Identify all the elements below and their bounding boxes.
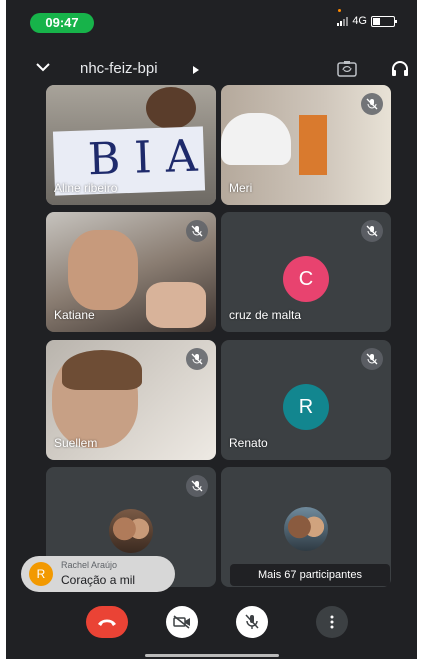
meeting-info-arrow-icon[interactable] — [193, 66, 199, 74]
participant-name: Meri — [229, 181, 253, 195]
participant-video-face — [68, 230, 138, 310]
participant-name: cruz de malta — [229, 308, 302, 322]
participant-name: Suellem — [54, 436, 98, 450]
muted-indicator — [186, 475, 208, 497]
message-text: Coração a mil — [61, 573, 136, 587]
participant-video-face — [146, 87, 196, 129]
muted-indicator — [361, 93, 383, 115]
chevron-down-icon[interactable] — [36, 62, 50, 72]
phone-hangup-icon — [98, 619, 116, 626]
sign-text: BIA — [87, 130, 213, 186]
muted-indicator — [186, 348, 208, 370]
home-indicator[interactable] — [145, 654, 279, 657]
camera-toggle-button[interactable] — [166, 606, 198, 638]
sender-avatar: R — [29, 562, 53, 586]
recording-dot-icon — [338, 9, 341, 12]
participant-avatar — [109, 509, 153, 553]
switch-camera-icon[interactable] — [337, 60, 357, 78]
mic-off-icon — [191, 225, 203, 237]
status-bar: 09:47 4G — [6, 0, 417, 40]
muted-indicator — [186, 220, 208, 242]
muted-indicator — [361, 348, 383, 370]
muted-indicator — [361, 220, 383, 242]
signal-icon — [337, 16, 349, 26]
meeting-header: nhc-feiz-bpi — [6, 52, 417, 88]
more-participants-label[interactable]: Mais 67 participantes — [230, 564, 390, 586]
mic-off-icon — [366, 353, 378, 365]
participant-name: Aline ribeiro — [54, 181, 118, 195]
participant-tile[interactable]: C cruz de malta — [221, 212, 391, 332]
mic-off-icon — [366, 225, 378, 237]
battery-icon — [371, 15, 397, 27]
camera-off-icon — [173, 615, 190, 629]
status-time: 09:47 — [30, 13, 94, 33]
meeting-code[interactable]: nhc-feiz-bpi — [80, 60, 158, 77]
background-poster — [299, 115, 327, 175]
baby-face — [146, 282, 206, 328]
more-vert-icon — [330, 615, 334, 629]
participant-avatar: C — [283, 256, 329, 302]
mic-off-icon — [366, 98, 378, 110]
meet-screen: 09:47 4G nhc-feiz-bpi BIA Aline ribeiro — [6, 0, 417, 659]
mic-off-icon — [191, 480, 203, 492]
mic-toggle-button[interactable] — [236, 606, 268, 638]
participant-name: Katiane — [54, 308, 95, 322]
participant-tile[interactable]: BIA Aline ribeiro — [46, 85, 216, 205]
headphones-icon[interactable] — [391, 60, 409, 78]
participant-name: Renato — [229, 436, 268, 450]
mic-off-icon — [245, 614, 259, 629]
end-call-button[interactable] — [86, 606, 128, 638]
participant-tile[interactable]: Katiane — [46, 212, 216, 332]
more-options-button[interactable] — [316, 606, 348, 638]
participant-tile[interactable]: Suellem — [46, 340, 216, 460]
network-type: 4G — [352, 15, 367, 27]
hair — [62, 350, 142, 390]
participant-tile[interactable]: R Renato — [221, 340, 391, 460]
mic-off-icon — [191, 353, 203, 365]
face-mask — [221, 113, 291, 165]
participant-avatar: R — [283, 384, 329, 430]
message-sender: Rachel Araújo — [61, 560, 118, 570]
chat-message-toast[interactable]: R Rachel Araújo Coração a mil — [21, 556, 175, 592]
participant-avatar — [284, 507, 328, 551]
participant-tile[interactable]: Meri — [221, 85, 391, 205]
